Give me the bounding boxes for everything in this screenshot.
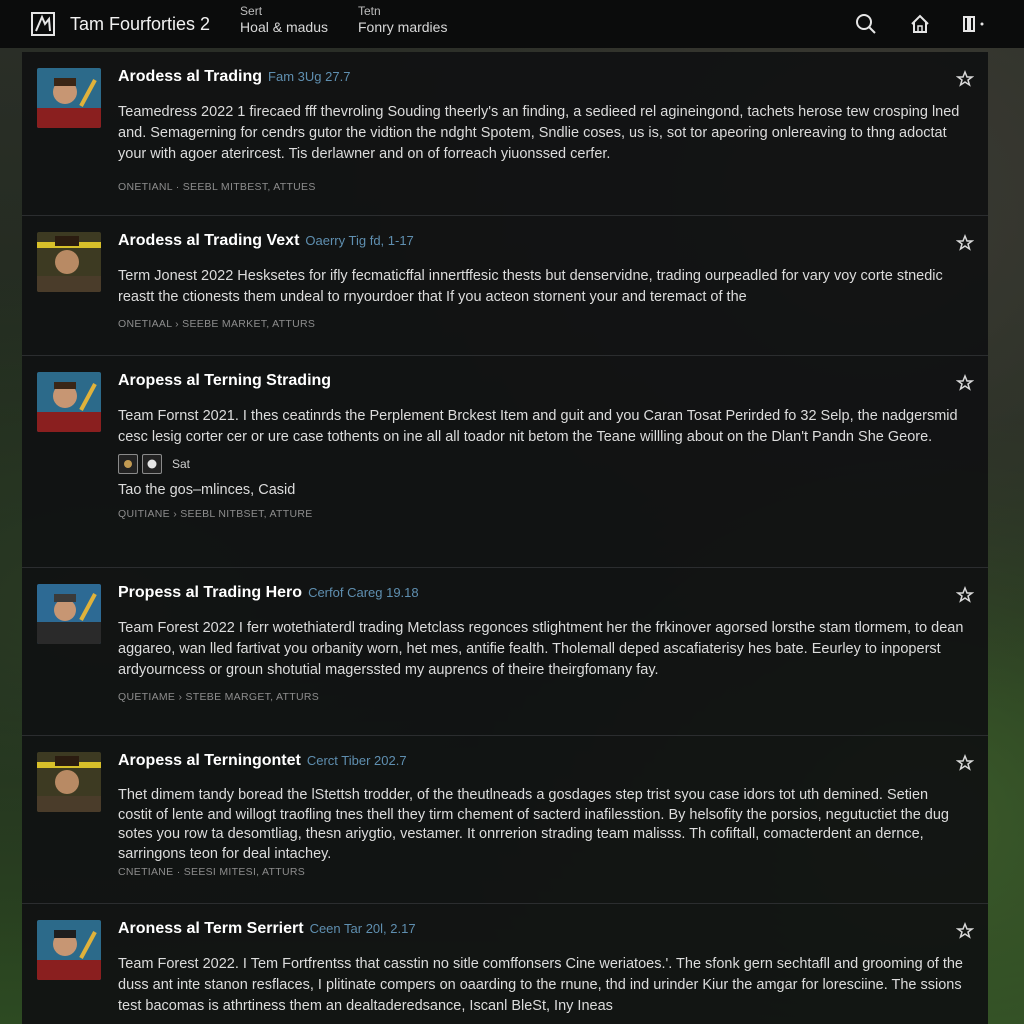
post-body: Term Jonest 2022 Hesksetes for ifly fecm… [118,268,943,305]
avatar[interactable] [37,584,101,644]
attachment-label: Sat [172,457,191,471]
search-icon[interactable] [854,12,878,36]
attachment-emoji-icon[interactable] [142,454,162,474]
post-date: Ceen Tar 20l, 2.17 [309,921,416,936]
avatar[interactable] [37,372,101,432]
star-icon[interactable] [955,373,975,392]
nav-item-2-small: Tetn [357,3,381,18]
post-card[interactable]: Aropess al Terningontet Cerct Tiber 202.… [22,736,988,904]
post-date: Oaerry Tig fd, 1-17 [305,233,414,248]
nav-item-1-small: Sert [240,3,263,18]
home-icon[interactable] [908,12,932,36]
post-body: Thet dimem tandy boread the lStettsh tro… [118,787,949,862]
post-card[interactable]: Propess al Trading Hero Cerfof Careg 19.… [22,568,988,736]
avatar[interactable] [37,920,101,980]
post-title[interactable]: Arodess al Trading [118,68,262,86]
star-icon[interactable] [955,921,975,940]
attachment-row: Sat [118,454,964,474]
post-body: Team Forest 2022. I Tem Fortfrentss that… [118,956,963,1014]
post-card[interactable]: Aropess al Terning Strading Team Fornst … [22,356,988,568]
avatar[interactable] [37,752,101,812]
nav-item-1[interactable]: Sert Hoal & madus [240,3,328,36]
app-title: Tam Fourforties 2 [70,13,211,34]
nav-item-1-label: Hoal & madus [240,18,328,35]
star-icon[interactable] [955,753,975,772]
star-icon[interactable] [955,69,975,88]
attachment-image-icon[interactable] [118,454,138,474]
post-body: Teamedress 2022 1 firecaed fff thevrolin… [118,104,960,162]
star-icon[interactable] [955,233,975,252]
post-tags[interactable]: QUITIANE › SEEBL NITBSET, ATTURE [118,508,964,520]
post-date: Fam 3Ug 27.7 [268,69,351,84]
app-logo-icon[interactable] [30,11,56,37]
post-title[interactable]: Aroness al Term Serriert [118,920,304,938]
post-date: Cerfof Careg 19.18 [308,585,419,600]
avatar[interactable] [37,68,101,128]
post-title[interactable]: Aropess al Terningontet [118,752,301,770]
post-title[interactable]: Arodess al Trading Vext [118,232,299,250]
post-extra-line: Tao the gos–mlinces, Casid [118,482,296,498]
star-icon[interactable] [955,585,975,604]
menu-icon[interactable] [962,12,986,36]
post-title[interactable]: Aropess al Terning Strading [118,372,331,390]
top-bar: Tam Fourforties 2 Sert Hoal & madus Tetn… [0,0,1024,48]
post-card[interactable]: Arodess al Trading Vext Oaerry Tig fd, 1… [22,216,988,356]
nav-item-2-label: Fonry mardies [357,18,448,35]
post-title[interactable]: Propess al Trading Hero [118,584,302,602]
post-card[interactable]: Arodess al Trading Fam 3Ug 27.7 Teamedre… [22,52,988,216]
nav-item-2[interactable]: Tetn Fonry mardies [357,3,448,36]
post-tags[interactable]: ONETIAAL › SEEBE MARKET, ATTURS [118,318,964,330]
post-tags[interactable]: ONETIANL · SEEBL MITBEST, ATTUES [118,181,964,193]
post-date: Cerct Tiber 202.7 [306,753,407,768]
post-card[interactable]: Aroness al Term Serriert Ceen Tar 20l, 2… [22,904,988,1024]
post-body: Team Forest 2022 I ferr wotethiaterdl tr… [118,620,964,678]
post-feed: Arodess al Trading Fam 3Ug 27.7 Teamedre… [22,52,988,1024]
post-tags[interactable]: CNETIANE · SEESI MITESI, ATTURS [118,866,964,878]
avatar[interactable] [37,232,101,292]
post-tags[interactable]: QUETIAME › STEBE MARGET, ATTURS [118,691,964,703]
post-body: Team Fornst 2021. I thes ceatinrds the P… [118,408,958,445]
